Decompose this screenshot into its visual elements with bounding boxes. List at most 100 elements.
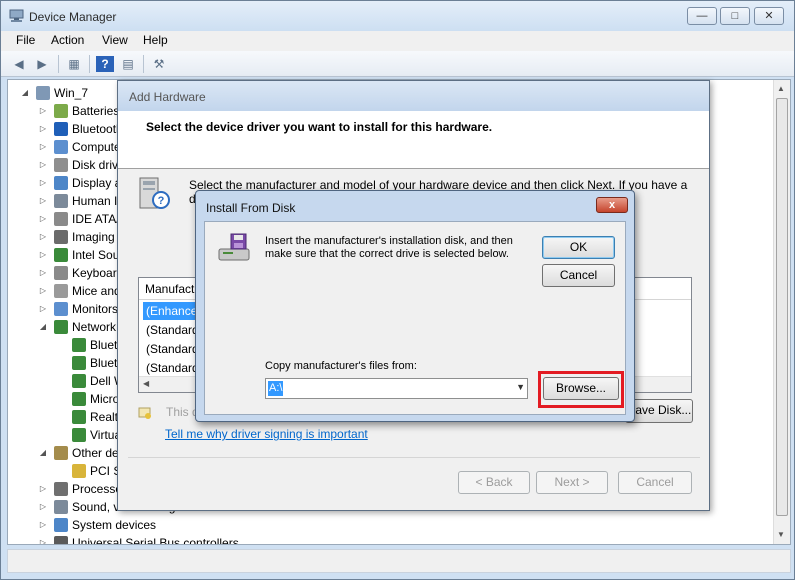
monitor-icon xyxy=(54,140,68,154)
menu-help[interactable]: Help xyxy=(143,33,168,47)
signed-driver-icon xyxy=(138,407,151,419)
keyboard-icon xyxy=(54,266,68,280)
expand-arrow-icon[interactable]: ▷ xyxy=(38,228,48,246)
menu-action[interactable]: Action xyxy=(51,33,84,47)
copy-files-label: Copy manufacturer's files from: xyxy=(265,360,417,372)
wizard-header: Select the device driver you want to ins… xyxy=(118,111,709,169)
system-icon xyxy=(54,518,68,532)
menu-bar: File Action View Help xyxy=(1,31,794,51)
ok-button[interactable]: OK xyxy=(542,236,615,259)
install-from-disk-dialog: Install From Disk x Insert the manufactu… xyxy=(195,190,635,422)
network-icon xyxy=(72,338,86,352)
insert-disk-message: Insert the manufacturer's installation d… xyxy=(265,235,513,260)
status-bar xyxy=(7,549,791,573)
network-icon xyxy=(54,248,68,262)
vertical-scrollbar[interactable]: ▲ ▼ xyxy=(773,80,790,544)
expand-arrow-icon[interactable]: ▷ xyxy=(38,264,48,282)
collapse-arrow-icon[interactable]: ◢ xyxy=(38,318,48,336)
chevron-down-icon[interactable]: ▼ xyxy=(516,382,525,392)
cancel-button[interactable]: Cancel xyxy=(542,264,615,287)
back-button[interactable]: < Back xyxy=(458,471,530,494)
collapse-arrow-icon[interactable]: ◢ xyxy=(38,444,48,462)
network-icon xyxy=(72,374,86,388)
menu-file[interactable]: File xyxy=(16,33,35,47)
expand-arrow-icon[interactable]: ▷ xyxy=(38,102,48,120)
back-arrow-icon[interactable]: ◀ xyxy=(10,56,28,72)
window-title: Device Manager xyxy=(29,10,117,24)
device-manager-titlebar[interactable]: Device Manager — □ ✕ xyxy=(1,1,794,31)
expand-arrow-icon[interactable]: ▷ xyxy=(38,516,48,534)
source-path-value[interactable]: A:\ xyxy=(268,381,284,396)
device-manager-icon xyxy=(9,9,24,22)
ide-icon xyxy=(54,212,68,226)
battery-icon xyxy=(54,104,68,118)
maximize-button[interactable]: □ xyxy=(720,7,750,25)
display-icon xyxy=(54,176,68,190)
collapse-arrow-icon[interactable]: ◢ xyxy=(20,84,30,102)
toolbar-separator xyxy=(143,55,144,73)
expand-arrow-icon[interactable]: ▷ xyxy=(38,480,48,498)
expand-arrow-icon[interactable]: ▷ xyxy=(38,192,48,210)
add-hardware-titlebar[interactable]: Add Hardware xyxy=(118,81,709,111)
network-icon xyxy=(72,428,86,442)
disk-icon xyxy=(54,158,68,172)
expand-arrow-icon[interactable]: ▷ xyxy=(38,300,48,318)
expand-arrow-icon[interactable]: ▷ xyxy=(38,156,48,174)
properties-icon[interactable]: ▤ xyxy=(119,56,137,72)
computer-icon xyxy=(36,86,50,100)
close-button[interactable]: ✕ xyxy=(754,7,784,25)
scroll-up-arrow-icon[interactable]: ▲ xyxy=(777,84,785,93)
help-icon[interactable]: ? xyxy=(96,56,114,72)
hid-icon xyxy=(54,194,68,208)
tree-item-label: Win_7 xyxy=(54,86,89,100)
expand-arrow-icon[interactable]: ▷ xyxy=(38,174,48,192)
forward-arrow-icon[interactable]: ▶ xyxy=(33,56,51,72)
browse-button[interactable]: Browse... xyxy=(543,377,619,400)
network-icon xyxy=(54,320,68,334)
dialog-close-button[interactable]: x xyxy=(596,197,628,213)
source-path-combobox[interactable]: A:\ ▼ xyxy=(265,378,528,399)
scroll-left-arrow-icon[interactable]: ◀ xyxy=(143,379,149,388)
monitor-icon xyxy=(54,302,68,316)
show-hide-tree-icon[interactable]: ▦ xyxy=(65,56,83,72)
other-device-icon xyxy=(54,446,68,460)
scroll-down-arrow-icon[interactable]: ▼ xyxy=(777,530,785,539)
processor-icon xyxy=(54,482,68,496)
bluetooth-icon xyxy=(54,122,68,136)
expand-arrow-icon[interactable]: ▷ xyxy=(38,120,48,138)
tree-item-label: Monitors xyxy=(72,302,119,316)
toolbar-separator xyxy=(89,55,90,73)
have-disk-button[interactable]: Have Disk... xyxy=(625,399,693,423)
expand-arrow-icon[interactable]: ▷ xyxy=(38,498,48,516)
install-from-disk-body: Insert the manufacturer's installation d… xyxy=(204,221,626,415)
scan-hardware-icon[interactable]: ⚒ xyxy=(150,56,168,72)
add-hardware-title: Add Hardware xyxy=(129,90,206,104)
camera-icon xyxy=(54,230,68,244)
tree-item-label: Universal Serial Bus controllers xyxy=(72,536,239,545)
expand-arrow-icon[interactable]: ▷ xyxy=(38,282,48,300)
expand-arrow-icon[interactable]: ▷ xyxy=(38,210,48,228)
menu-view[interactable]: View xyxy=(102,33,128,47)
driver-signing-link[interactable]: Tell me why driver signing is important xyxy=(165,427,368,441)
tree-item-label: System devices xyxy=(72,518,157,532)
mouse-icon xyxy=(54,284,68,298)
expand-arrow-icon[interactable]: ▷ xyxy=(38,534,48,544)
toolbar: ◀ ▶ ▦ ? ▤ ⚒ xyxy=(1,51,794,77)
warning-device-icon xyxy=(72,464,86,478)
scroll-thumb[interactable] xyxy=(776,98,788,516)
hardware-driver-icon: ? xyxy=(139,177,170,209)
expand-arrow-icon[interactable]: ▷ xyxy=(38,246,48,264)
wizard-heading: Select the device driver you want to ins… xyxy=(146,120,493,134)
next-button[interactable]: Next > xyxy=(536,471,608,494)
network-icon xyxy=(72,410,86,424)
tree-item-label: Batteries xyxy=(72,104,120,118)
wizard-cancel-button[interactable]: Cancel xyxy=(618,471,692,494)
expand-arrow-icon[interactable]: ▷ xyxy=(38,138,48,156)
svg-text:?: ? xyxy=(158,195,165,207)
usb-icon xyxy=(54,536,68,544)
toolbar-separator xyxy=(58,55,59,73)
wizard-separator xyxy=(128,457,700,458)
install-from-disk-title: Install From Disk xyxy=(206,201,296,215)
network-icon xyxy=(72,356,86,370)
minimize-button[interactable]: — xyxy=(687,7,717,25)
